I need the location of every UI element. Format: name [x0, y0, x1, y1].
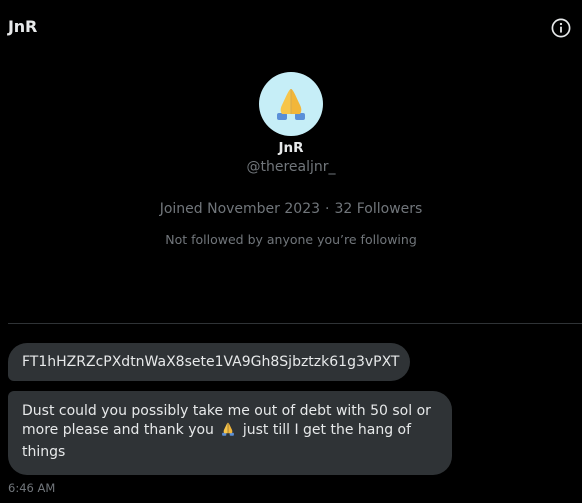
- conversation-title: JnR: [8, 17, 38, 36]
- profile-name[interactable]: JnR: [0, 139, 582, 157]
- message-text: FT1hHZRZcPXdtnWaX8sete1VA9Gh8Sjbztzk61g3…: [22, 354, 400, 370]
- followed-by-text: Not followed by anyone you’re following: [165, 232, 417, 247]
- meta-separator: ·: [325, 201, 330, 217]
- profile-handle[interactable]: @therealjnr_: [0, 157, 582, 177]
- folded-hands-icon: [220, 421, 236, 443]
- message-timestamp: 6:46 AM: [8, 481, 56, 495]
- folded-hands-icon: [277, 89, 305, 120]
- info-button[interactable]: [551, 18, 571, 38]
- profile-meta: Joined November 2023 · 32 Followers: [0, 199, 582, 219]
- avatar[interactable]: [259, 72, 323, 136]
- divider: [8, 323, 582, 324]
- message-bubble[interactable]: Dust could you possibly take me out of d…: [8, 391, 452, 475]
- message-bubble[interactable]: FT1hHZRZcPXdtnWaX8sete1VA9Gh8Sjbztzk61g3…: [8, 343, 410, 381]
- followers-count[interactable]: 32 Followers: [334, 201, 422, 217]
- joined-date: Joined November 2023: [159, 201, 321, 217]
- profile-summary: JnR @therealjnr_ Joined November 2023 · 32…: [0, 72, 582, 249]
- conversation-header: JnR: [0, 0, 582, 54]
- info-icon: [551, 18, 571, 38]
